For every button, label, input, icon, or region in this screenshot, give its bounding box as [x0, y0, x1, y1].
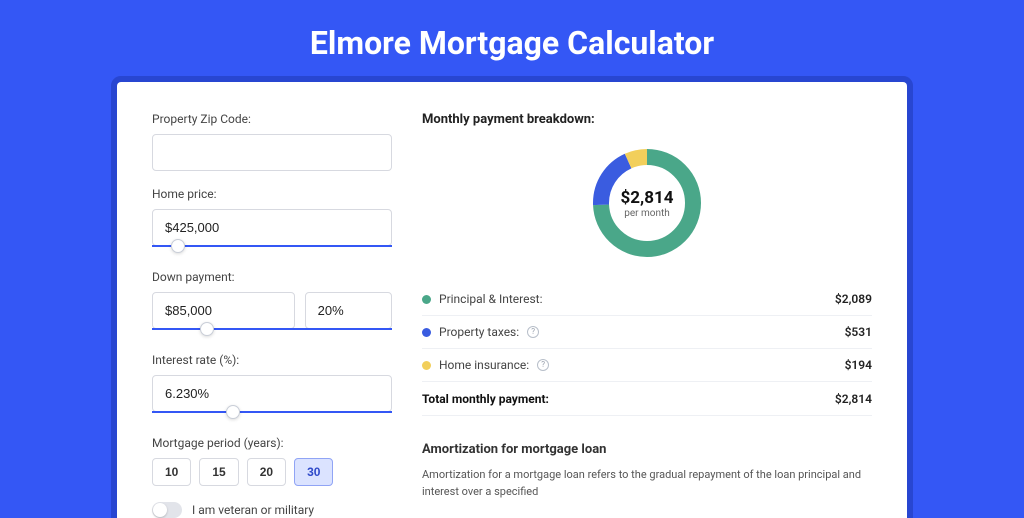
down-field: Down payment: — [152, 270, 392, 337]
down-slider[interactable] — [152, 329, 392, 337]
legend-dot — [422, 328, 431, 337]
price-field: Home price: — [152, 187, 392, 254]
legend-value: $2,089 — [835, 292, 872, 306]
form-panel: Property Zip Code: Home price: Down paym… — [152, 112, 392, 518]
down-slider-thumb[interactable] — [200, 322, 214, 336]
toggle-knob — [153, 503, 167, 517]
veteran-label: I am veteran or military — [192, 503, 314, 517]
legend-row: Property taxes:? $531 — [422, 316, 872, 349]
down-label: Down payment: — [152, 270, 392, 284]
rate-field: Interest rate (%): — [152, 353, 392, 420]
legend-total-label: Total monthly payment: — [422, 392, 549, 406]
help-icon[interactable]: ? — [527, 326, 539, 338]
legend-label: Home insurance: — [439, 358, 529, 372]
legend-total-value: $2,814 — [835, 392, 872, 406]
veteran-row: I am veteran or military — [152, 502, 392, 518]
period-options: 10 15 20 30 — [152, 458, 392, 486]
zip-field: Property Zip Code: — [152, 112, 392, 171]
legend-dot — [422, 295, 431, 304]
donut-total: $2,814 — [621, 188, 674, 208]
breakdown-title: Monthly payment breakdown: — [422, 112, 872, 127]
period-label: Mortgage period (years): — [152, 436, 392, 450]
results-panel: Monthly payment breakdown: $2,814 per mo… — [422, 112, 872, 518]
amortization-title: Amortization for mortgage loan — [422, 442, 872, 457]
rate-label: Interest rate (%): — [152, 353, 392, 367]
period-field: Mortgage period (years): 10 15 20 30 — [152, 436, 392, 486]
legend-label: Property taxes: — [439, 325, 519, 339]
rate-slider[interactable] — [152, 412, 392, 420]
period-btn-10[interactable]: 10 — [152, 458, 191, 486]
donut-center: $2,814 per month — [587, 143, 707, 263]
rate-slider-thumb[interactable] — [226, 405, 240, 419]
donut-chart: $2,814 per month — [587, 143, 707, 263]
legend-row: Principal & Interest: $2,089 — [422, 283, 872, 316]
period-btn-15[interactable]: 15 — [199, 458, 238, 486]
donut-sub: per month — [624, 208, 670, 219]
legend-row: Home insurance:? $194 — [422, 349, 872, 381]
legend-value: $194 — [845, 358, 872, 372]
zip-input[interactable] — [152, 134, 392, 171]
rate-input[interactable] — [152, 375, 392, 412]
legend-value: $531 — [845, 325, 872, 339]
amortization-body: Amortization for a mortgage loan refers … — [422, 467, 872, 500]
donut-wrap: $2,814 per month — [422, 143, 872, 263]
legend-label: Principal & Interest: — [439, 292, 543, 306]
veteran-toggle[interactable] — [152, 502, 182, 518]
period-btn-30[interactable]: 30 — [294, 458, 333, 486]
help-icon[interactable]: ? — [537, 359, 549, 371]
price-slider[interactable] — [152, 246, 392, 254]
down-amount-input[interactable] — [152, 292, 295, 329]
calculator-card: Property Zip Code: Home price: Down paym… — [117, 82, 907, 518]
down-percent-input[interactable] — [305, 292, 392, 329]
page-title: Elmore Mortgage Calculator — [0, 0, 1024, 82]
legend-dot — [422, 361, 431, 370]
price-label: Home price: — [152, 187, 392, 201]
price-slider-thumb[interactable] — [171, 239, 185, 253]
period-btn-20[interactable]: 20 — [247, 458, 286, 486]
amortization-section: Amortization for mortgage loan Amortizat… — [422, 442, 872, 500]
zip-label: Property Zip Code: — [152, 112, 392, 126]
legend: Principal & Interest: $2,089 Property taxe… — [422, 283, 872, 381]
legend-total-row: Total monthly payment: $2,814 — [422, 381, 872, 416]
price-input[interactable] — [152, 209, 392, 246]
